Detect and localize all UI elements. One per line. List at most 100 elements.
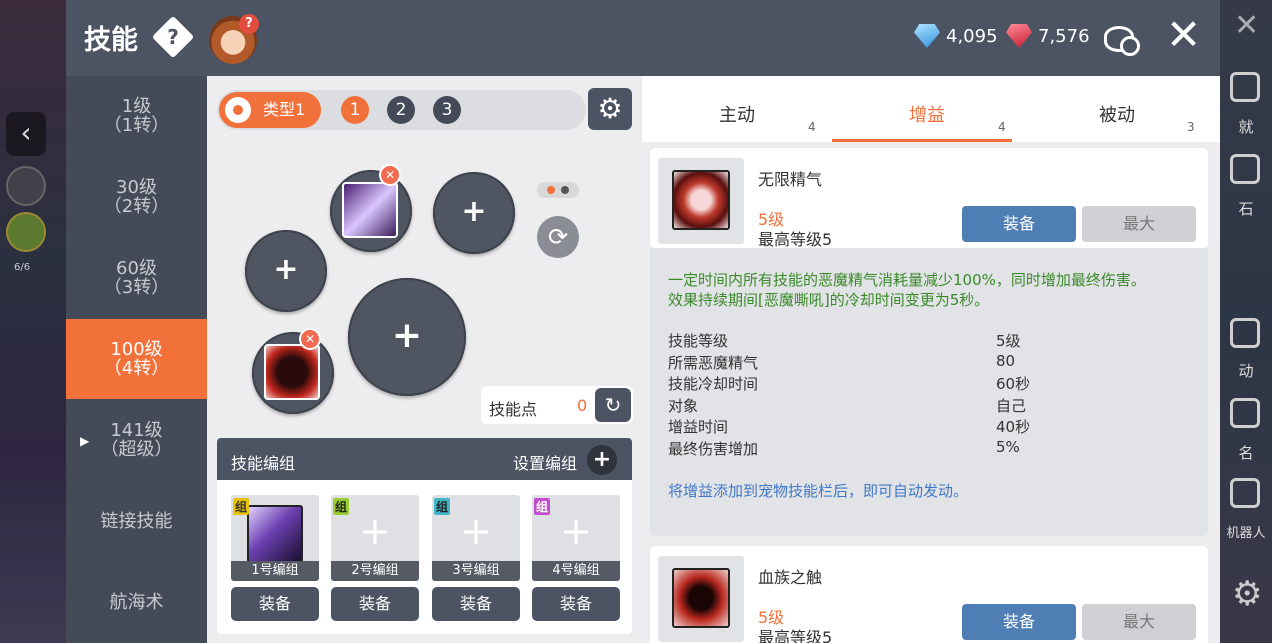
group-label: 2号编组 (331, 561, 419, 581)
equip-group-1-button[interactable]: 装备 (231, 587, 319, 621)
group-card-4[interactable]: 组 + 4号编组 (532, 495, 620, 581)
hand-icon[interactable] (6, 166, 46, 206)
preset-3-button[interactable]: 3 (433, 96, 461, 124)
sidebar-item-level-100[interactable]: 100级 （4转） (66, 319, 207, 399)
background-close-icon[interactable]: ✕ (1234, 8, 1259, 43)
set-group-label[interactable]: 设置编组 (513, 450, 577, 474)
sidebar-item-level-1[interactable]: 1级 （1转） (66, 76, 207, 156)
group-card-3[interactable]: 组 + 3号编组 (432, 495, 520, 581)
type-selector-button[interactable]: 类型1 (219, 92, 321, 128)
stat-row: 技能冷却时间 60秒 (668, 373, 1188, 395)
tab-buff-count: 4 (998, 120, 1006, 134)
stat-key: 对象 (668, 396, 699, 415)
settings-gear-icon[interactable]: ⚙ (1232, 574, 1262, 614)
equip-group-2-button[interactable]: 装备 (331, 587, 419, 621)
max-button[interactable]: 最大 (1082, 206, 1196, 242)
group-card-1[interactable]: 组 1号编组 (231, 495, 319, 581)
red-gem-count: 7,576 (1038, 25, 1090, 47)
game-background-left: ‹ 6/6 (0, 0, 66, 643)
remove-skill-icon[interactable]: ✕ (299, 328, 321, 350)
page-title: 技能 (84, 25, 138, 56)
stat-key: 最终伤害增加 (668, 439, 759, 458)
stat-row: 所需恶魔精气 80 (668, 352, 1188, 374)
equip-group-3-button[interactable]: 装备 (432, 587, 520, 621)
character-avatar-icon[interactable]: ? (209, 14, 259, 64)
description-line-1: 一定时间内所有技能的恶魔精气消耗量减少100%，同时增加最终伤害。 (668, 271, 1146, 289)
skill-loadout-panel: 类型1 1 2 3 ⚙ ✕ + + + ✕ ⟳ 技能点 0 ↻ 技能编组 设置编… (207, 76, 642, 643)
skill-slot-empty-2[interactable]: + (245, 230, 327, 312)
skill-slot-equipped-1[interactable] (330, 170, 412, 252)
plus-icon: + (560, 509, 592, 553)
preset-1-button[interactable]: 1 (341, 96, 369, 124)
close-icon[interactable]: ✕ (1166, 10, 1201, 60)
help-icon[interactable]: ? (151, 15, 195, 59)
skill-points-label: 技能点 (489, 400, 538, 419)
stat-value: 40秒 (996, 418, 1031, 436)
skill-stats: 技能等级 5级 所需恶魔精气 80 技能冷却时间 60秒 对象 自己 增益时间 40秒 最… (668, 330, 1188, 459)
remove-skill-icon[interactable]: ✕ (379, 164, 401, 186)
nav-line1: 100级 (110, 339, 163, 360)
sidebar-item-level-141[interactable]: ▶ 141级 （超级） (66, 400, 207, 480)
gear-icon[interactable]: ⚙ (588, 88, 632, 130)
nav-line2: （1转） (103, 115, 170, 136)
stat-row: 最终伤害增加 5% (668, 438, 1188, 460)
sidebar-item-link-skills[interactable]: 链接技能 (66, 481, 207, 561)
skill-max-level: 最高等级5 (758, 230, 833, 249)
handshake-icon[interactable] (6, 212, 46, 252)
skill-group-title: 技能编组 (231, 454, 296, 473)
side-label-4: 名 (1238, 444, 1254, 462)
skill-description: 一定时间内所有技能的恶魔精气消耗量减少100%，同时增加最终伤害。 效果持续期间… (668, 270, 1188, 310)
skill-slot-main[interactable]: + (348, 278, 466, 396)
group-card-2[interactable]: 组 + 2号编组 (331, 495, 419, 581)
robot-icon[interactable] (1230, 478, 1260, 508)
tab-active[interactable]: 主动 (642, 76, 832, 142)
equip-button[interactable]: 装备 (962, 604, 1076, 640)
skill-points-box: 技能点 0 ↻ (481, 386, 633, 424)
trophy-icon[interactable] (1230, 398, 1260, 428)
rotate-icon[interactable]: ⟳ (537, 216, 579, 258)
skill-slot-equipped-2[interactable] (252, 332, 334, 414)
add-group-icon[interactable]: + (587, 445, 617, 475)
stat-value: 60秒 (996, 375, 1031, 393)
sidebar-item-navigation[interactable]: 航海术 (66, 562, 207, 642)
stat-row: 技能等级 5级 (668, 330, 1188, 352)
side-label-3: 动 (1238, 362, 1254, 380)
tab-label: 主动 (719, 105, 755, 126)
sidebar-item-level-60[interactable]: 60级 （3转） (66, 238, 207, 318)
equip-group-4-button[interactable]: 装备 (532, 587, 620, 621)
coin-search-icon[interactable] (1104, 18, 1144, 58)
nav-line1: 30级 (116, 177, 157, 198)
reset-icon[interactable]: ↻ (595, 388, 631, 422)
tab-buff[interactable]: 增益 (832, 76, 1022, 142)
stone-icon[interactable] (1230, 154, 1260, 184)
equip-button[interactable]: 装备 (962, 206, 1076, 242)
radio-icon (225, 97, 251, 123)
skill-slot-empty-1[interactable]: + (433, 172, 515, 254)
nav-line2: （3转） (103, 277, 170, 298)
plus-icon: + (391, 315, 423, 356)
stat-value: 5% (996, 437, 1020, 456)
nav-line2: （2转） (103, 196, 170, 217)
page-indicator[interactable] (537, 182, 579, 198)
skill-card-2[interactable]: 血族之触 5级 最高等级5 装备 最大 (650, 546, 1208, 643)
back-arrow-icon[interactable]: ‹ (6, 112, 46, 156)
stat-key: 所需恶魔精气 (668, 353, 759, 372)
plus-icon: + (273, 252, 299, 287)
left-counter: 6/6 (14, 262, 31, 273)
side-label-2: 石 (1238, 200, 1254, 218)
event-icon[interactable] (1230, 318, 1260, 348)
side-label-5: 机器人 (1226, 526, 1266, 541)
skill-card-1[interactable]: 无限精气 5级 最高等级5 装备 最大 (650, 148, 1208, 249)
nav-line1: 航海术 (109, 591, 164, 613)
max-button[interactable]: 最大 (1082, 604, 1196, 640)
skill-group-header: 技能编组 设置编组 + (217, 438, 632, 480)
nav-line1: 1级 (121, 96, 152, 117)
blue-gem-currency[interactable]: 4,095 (914, 24, 998, 48)
nav-line2: （4转） (103, 358, 170, 379)
red-gem-currency[interactable]: 7,576 (1006, 24, 1090, 48)
preset-2-button[interactable]: 2 (387, 96, 415, 124)
map-pin-icon[interactable] (1230, 72, 1260, 102)
sidebar-item-level-30[interactable]: 30级 （2转） (66, 157, 207, 237)
window-header: 技能 ? ? 4,095 7,576 ✕ (66, 0, 1220, 76)
tab-passive[interactable]: 被动 (1022, 76, 1212, 142)
